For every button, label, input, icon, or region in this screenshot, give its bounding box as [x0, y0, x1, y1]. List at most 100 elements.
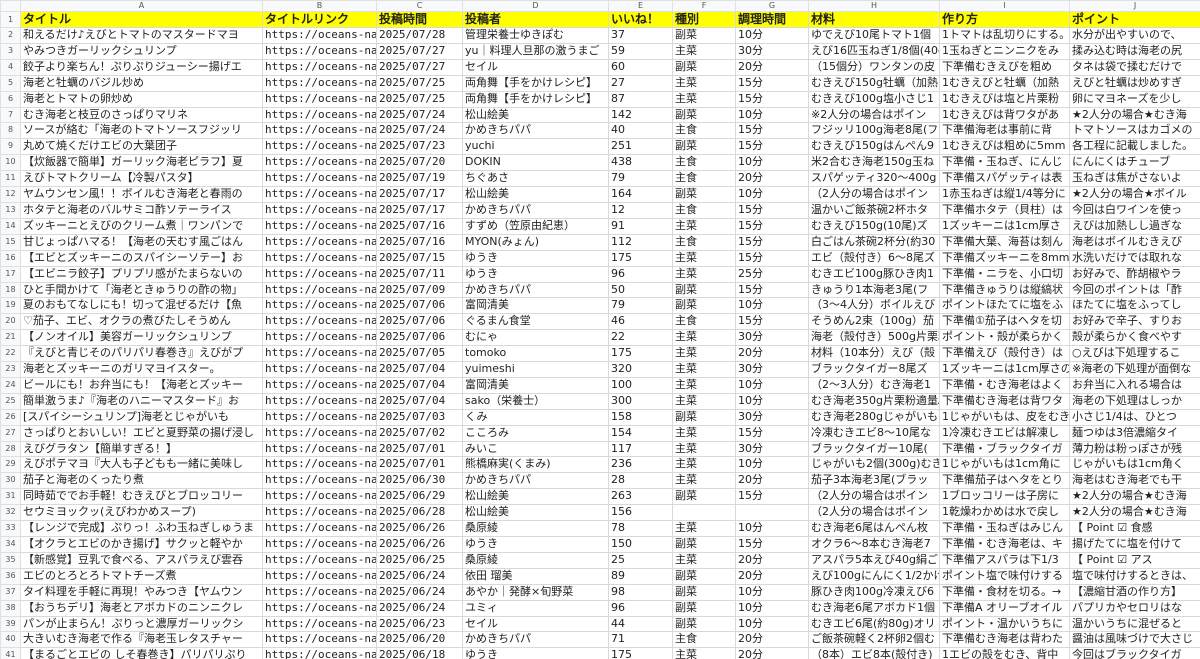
- cell-c[interactable]: 2025/07/04: [376, 376, 463, 394]
- cell-g[interactable]: 15分: [735, 90, 809, 108]
- header-cell-f[interactable]: 種別: [672, 11, 736, 28]
- cell-a[interactable]: 茄子と海老のくったり煮: [20, 472, 263, 490]
- cell-h[interactable]: ご飯茶碗軽く2杯卵2個む: [808, 631, 940, 649]
- header-cell-a[interactable]: タイトル: [20, 11, 263, 28]
- cell-f[interactable]: 主菜: [672, 440, 736, 458]
- cell-e[interactable]: 154: [608, 424, 673, 442]
- cell-e[interactable]: 89: [608, 567, 673, 585]
- cell-i[interactable]: 下準備・食材を切る。→: [939, 583, 1070, 601]
- cell-h[interactable]: （2〜3人分）むき海老1: [808, 376, 940, 394]
- cell-i[interactable]: 下準備・玉ねぎ、にんじ: [939, 154, 1070, 172]
- cell-b[interactable]: https://oceans-nad: [262, 615, 377, 633]
- cell-g[interactable]: 30分: [735, 408, 809, 426]
- cell-d[interactable]: あやか｜発酵×旬野菜: [462, 583, 609, 601]
- cell-b[interactable]: https://oceans-nad: [262, 567, 377, 585]
- cell-c[interactable]: 2025/07/27: [376, 58, 463, 76]
- cell-b[interactable]: https://oceans-nad: [262, 408, 377, 426]
- cell-b[interactable]: https://oceans-nad: [262, 583, 377, 601]
- cell-f[interactable]: 主菜: [672, 520, 736, 537]
- cell-e[interactable]: 59: [608, 42, 673, 60]
- cell-f[interactable]: 主菜: [672, 265, 736, 283]
- cell-g[interactable]: 15分: [735, 74, 809, 92]
- row-number[interactable]: 19: [0, 297, 21, 315]
- cell-f[interactable]: 主食: [672, 313, 736, 331]
- cell-c[interactable]: 2025/07/16: [376, 233, 463, 251]
- cell-d[interactable]: ゆうき: [462, 647, 609, 659]
- cell-h[interactable]: そうめん2束（100g）茄: [808, 313, 940, 331]
- row-number[interactable]: 32: [0, 504, 21, 522]
- cell-j[interactable]: 今回は白ワインを使っ: [1069, 201, 1200, 219]
- header-cell-b[interactable]: タイトルリンク: [262, 11, 377, 28]
- header-cell-j[interactable]: ポイント: [1069, 11, 1200, 28]
- row-number[interactable]: 23: [0, 361, 21, 378]
- column-header-d[interactable]: D: [462, 0, 609, 12]
- header-cell-g[interactable]: 調理時間: [735, 11, 809, 28]
- cell-i[interactable]: 下準備むき海老は背わた: [939, 631, 1070, 649]
- cell-i[interactable]: ポイント・殻が柔らかく: [939, 329, 1070, 347]
- cell-j[interactable]: にんにくはチューブ: [1069, 154, 1200, 172]
- cell-c[interactable]: 2025/06/20: [376, 631, 463, 649]
- row-number[interactable]: 29: [0, 456, 21, 474]
- cell-b[interactable]: https://oceans-nad: [262, 297, 377, 315]
- cell-b[interactable]: https://oceans-nad: [262, 281, 377, 299]
- cell-f[interactable]: 主菜: [672, 551, 736, 569]
- cell-h[interactable]: むき海老350g片栗粉適量A: [808, 392, 940, 410]
- column-header-b[interactable]: B: [262, 0, 377, 12]
- cell-h[interactable]: 白ごはん茶碗2杯分(約30: [808, 233, 940, 251]
- cell-g[interactable]: 15分: [735, 249, 809, 267]
- cell-c[interactable]: 2025/07/06: [376, 297, 463, 315]
- cell-a[interactable]: えびポテマヨ『大人も子どもも一緒に美味し: [20, 456, 263, 474]
- cell-f[interactable]: 主菜: [672, 74, 736, 92]
- row-number[interactable]: 37: [0, 583, 21, 601]
- cell-g[interactable]: 20分: [735, 567, 809, 585]
- cell-a[interactable]: 【エビニラ餃子】プリプリ感がたまらないの: [20, 265, 263, 283]
- cell-e[interactable]: 60: [608, 58, 673, 76]
- cell-f[interactable]: 主菜: [672, 424, 736, 442]
- cell-j[interactable]: 温かいうちに混ぜると: [1069, 615, 1200, 633]
- cell-j[interactable]: 海老はむき海老でも干: [1069, 472, 1200, 490]
- cell-d[interactable]: 松山絵美: [462, 186, 609, 203]
- cell-c[interactable]: 2025/07/24: [376, 122, 463, 140]
- cell-c[interactable]: 2025/06/24: [376, 599, 463, 617]
- cell-j[interactable]: 海老はボイルむきえび: [1069, 233, 1200, 251]
- cell-f[interactable]: 主菜: [672, 329, 736, 347]
- cell-f[interactable]: 副菜: [672, 488, 736, 506]
- cell-a[interactable]: エビのとろとろトマトチーズ煮: [20, 567, 263, 585]
- cell-e[interactable]: 175: [608, 647, 673, 659]
- cell-f[interactable]: 主菜: [672, 361, 736, 378]
- cell-f[interactable]: 主食: [672, 170, 736, 188]
- cell-e[interactable]: 46: [608, 313, 673, 331]
- cell-e[interactable]: 150: [608, 536, 673, 553]
- cell-j[interactable]: 麺つゆは3倍濃縮タイ: [1069, 424, 1200, 442]
- row-number[interactable]: 1: [0, 11, 21, 28]
- cell-f[interactable]: 主食: [672, 154, 736, 172]
- cell-c[interactable]: 2025/07/25: [376, 74, 463, 92]
- row-number[interactable]: 26: [0, 408, 21, 426]
- cell-j[interactable]: ○えびは下処理するこ: [1069, 345, 1200, 363]
- cell-b[interactable]: https://oceans-nad: [262, 265, 377, 283]
- cell-f[interactable]: 主食: [672, 233, 736, 251]
- cell-a[interactable]: 【ノンオイル】美容ガーリックシュリンプ: [20, 329, 263, 347]
- cell-h[interactable]: えび100gにんにく1/2かけ: [808, 567, 940, 585]
- row-number[interactable]: 41: [0, 647, 21, 659]
- cell-g[interactable]: 15分: [735, 138, 809, 156]
- cell-e[interactable]: 96: [608, 265, 673, 283]
- row-number[interactable]: 16: [0, 249, 21, 267]
- cell-a[interactable]: むき海老と枝豆のさっぱりマリネ: [20, 106, 263, 124]
- row-number[interactable]: 13: [0, 201, 21, 219]
- cell-i[interactable]: 下準備・むき海老はよく: [939, 376, 1070, 394]
- cell-h[interactable]: アスパラ5本えび40g絹ご: [808, 551, 940, 569]
- cell-c[interactable]: 2025/07/05: [376, 345, 463, 363]
- cell-d[interactable]: かめきちパパ: [462, 472, 609, 490]
- row-number[interactable]: 27: [0, 424, 21, 442]
- cell-j[interactable]: ★2人分の場合★ボイル: [1069, 186, 1200, 203]
- cell-f[interactable]: 副菜: [672, 186, 736, 203]
- cell-d[interactable]: 熊橋麻実(くまみ): [462, 456, 609, 474]
- cell-e[interactable]: 300: [608, 392, 673, 410]
- cell-a[interactable]: ズッキーニとえびのクリーム煮｜ワンパンで: [20, 217, 263, 235]
- row-number[interactable]: 38: [0, 599, 21, 617]
- cell-j[interactable]: ★2人分の場合★むき海: [1069, 488, 1200, 506]
- cell-h[interactable]: ゆでえび10尾トマト1個: [808, 27, 940, 44]
- cell-c[interactable]: 2025/06/24: [376, 583, 463, 601]
- cell-c[interactable]: 2025/07/04: [376, 392, 463, 410]
